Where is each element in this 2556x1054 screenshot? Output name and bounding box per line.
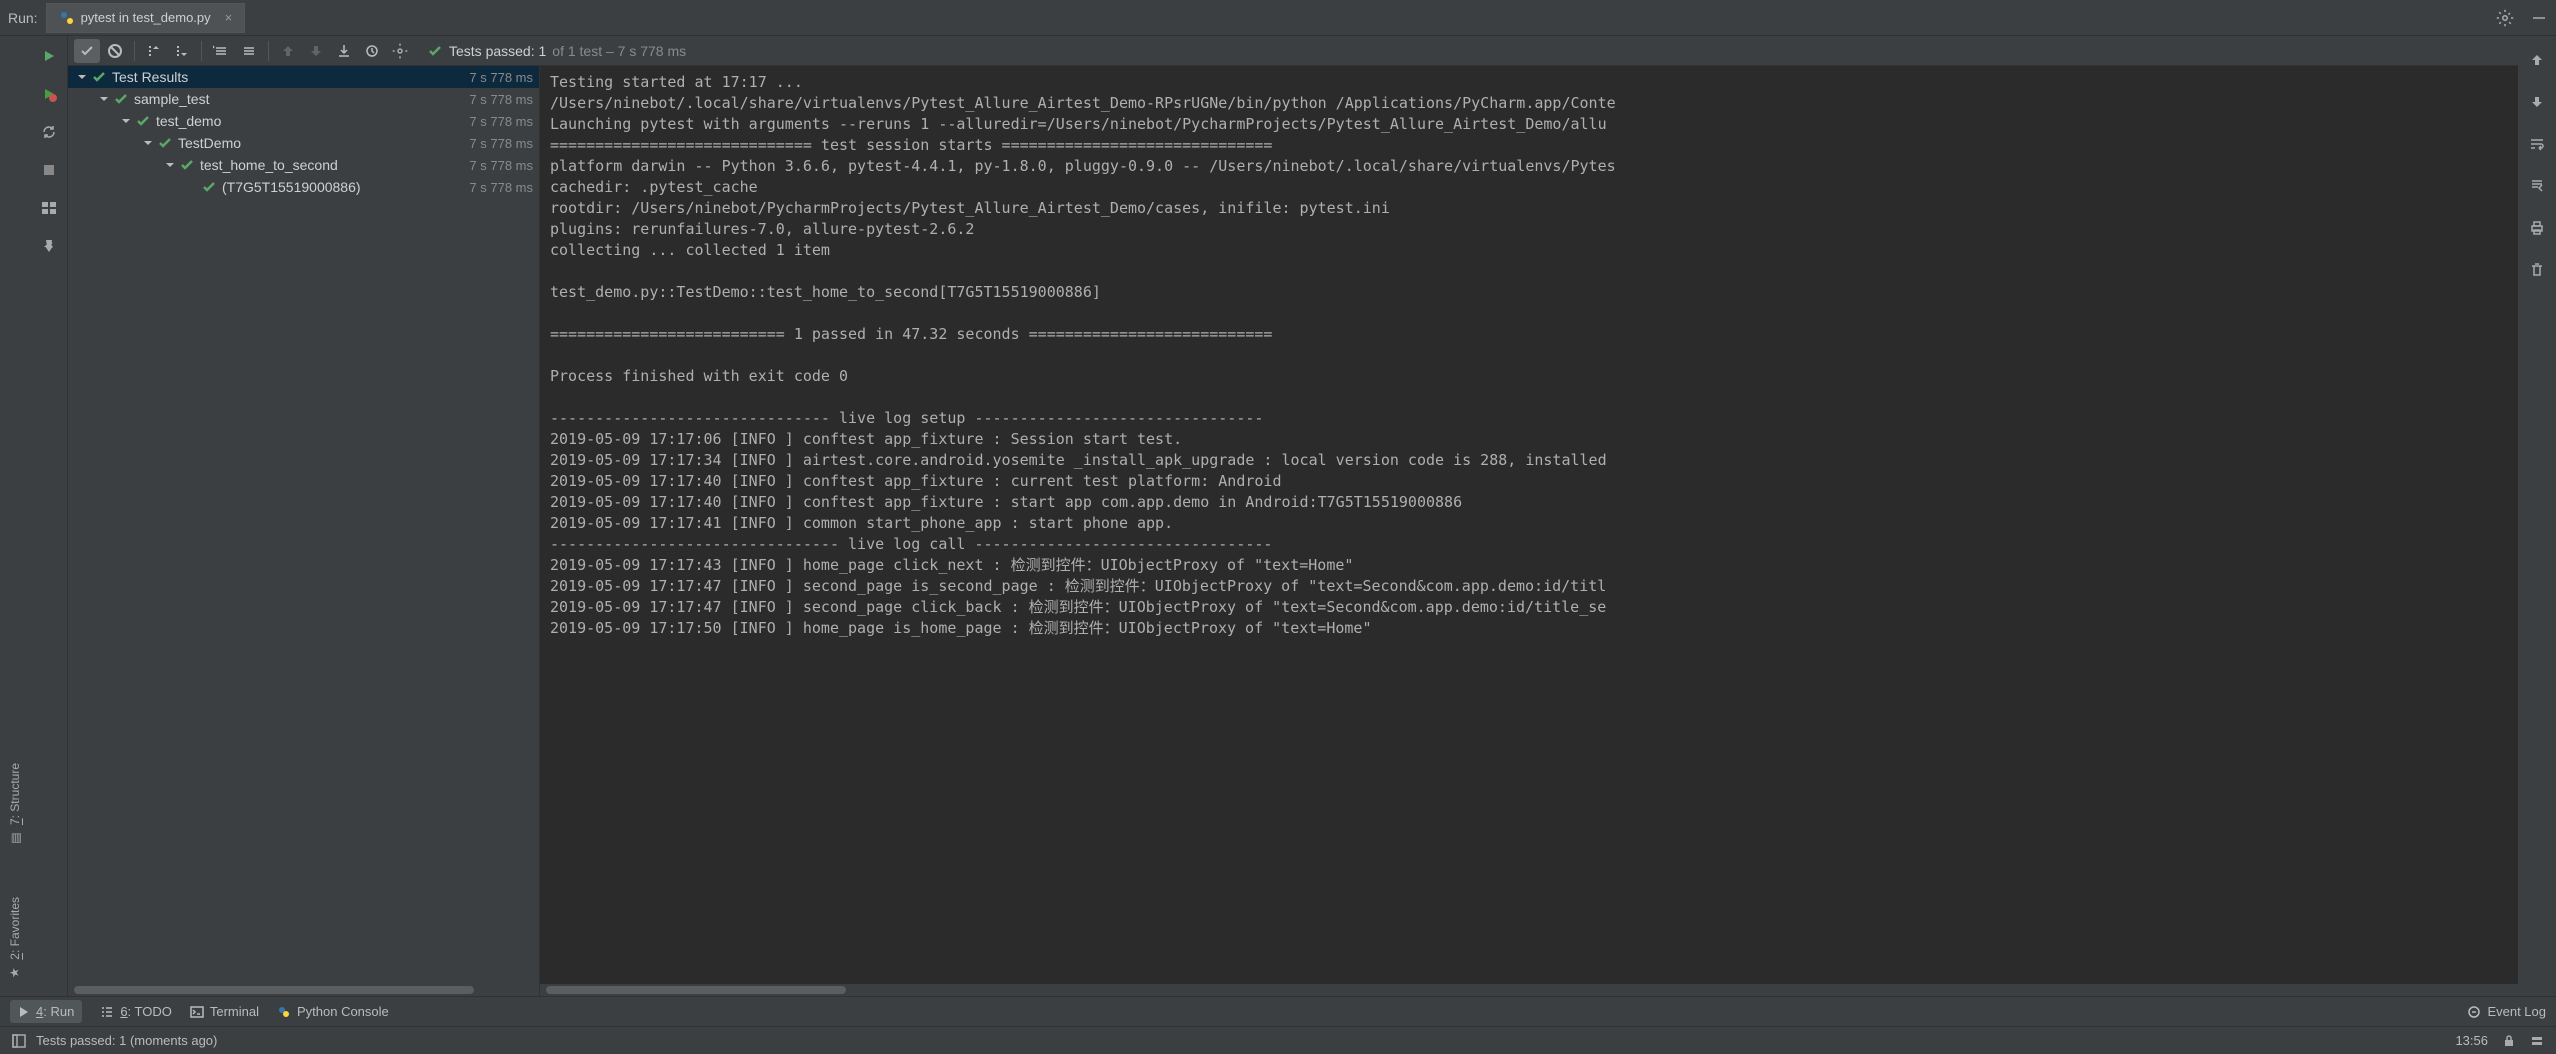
tree-row[interactable]: test_home_to_second 7 s 778 ms xyxy=(68,154,539,176)
show-ignored-toggle[interactable] xyxy=(102,39,128,63)
chevron-down-icon[interactable] xyxy=(76,71,88,83)
test-tree-pane: Test Results 7 s 778 ms sample_test 7 s 778… xyxy=(68,66,540,996)
console-output[interactable]: Testing started at 17:17 ... /Users/nine… xyxy=(540,66,2518,984)
sort-by-duration-icon[interactable] xyxy=(169,39,195,63)
structure-icon: ▤ xyxy=(8,833,22,844)
favorites-tool-tab[interactable]: ★ 2: Favorites xyxy=(6,891,24,986)
tree-duration: 7 s 778 ms xyxy=(469,114,533,129)
python-console-tool-tab[interactable]: Python Console xyxy=(277,1004,389,1019)
check-icon xyxy=(136,114,150,128)
gear-icon[interactable] xyxy=(2496,9,2514,27)
console-pane: Testing started at 17:17 ... /Users/nine… xyxy=(540,66,2518,996)
check-icon xyxy=(180,158,194,172)
clock-time: 13:56 xyxy=(2455,1033,2488,1048)
scroll-up-icon[interactable] xyxy=(2523,46,2551,74)
inspector-icon[interactable] xyxy=(2530,1034,2544,1048)
tree-row[interactable]: Test Results 7 s 778 ms xyxy=(68,66,539,88)
status-message: Tests passed: 1 (moments ago) xyxy=(36,1033,217,1048)
rerun-failed-button[interactable] xyxy=(35,80,63,108)
chevron-down-icon[interactable] xyxy=(98,93,110,105)
test-runner-settings-icon[interactable] xyxy=(387,39,413,63)
tree-duration: 7 s 778 ms xyxy=(469,158,533,173)
check-icon xyxy=(427,43,443,59)
right-tool-column xyxy=(2518,36,2556,996)
show-passed-toggle[interactable] xyxy=(74,39,100,63)
print-icon[interactable] xyxy=(2523,214,2551,242)
tree-label: Test Results xyxy=(112,69,188,85)
check-icon xyxy=(158,136,172,150)
bottom-tool-bar: 4: Run 6: TODO Terminal Python Console E… xyxy=(0,996,2556,1026)
chevron-down-icon[interactable] xyxy=(120,115,132,127)
tests-passed-label: Tests passed: xyxy=(449,43,535,59)
status-footer: Tests passed: 1 (moments ago) 13:56 xyxy=(0,1026,2556,1054)
star-icon: ★ xyxy=(8,968,22,979)
tree-label: TestDemo xyxy=(178,135,241,151)
lock-icon[interactable] xyxy=(2502,1034,2516,1048)
sort-alphabetically-icon[interactable] xyxy=(141,39,167,63)
tree-scrollbar[interactable] xyxy=(68,984,539,996)
event-log-tab[interactable]: Event Log xyxy=(2467,1004,2546,1019)
scroll-down-icon[interactable] xyxy=(2523,88,2551,116)
minimize-icon[interactable] xyxy=(2530,9,2548,27)
python-icon xyxy=(59,10,75,26)
rerun-button[interactable] xyxy=(35,42,63,70)
tree-label: sample_test xyxy=(134,91,209,107)
tree-label: test_home_to_second xyxy=(200,157,338,173)
toggle-auto-test-button[interactable] xyxy=(35,118,63,146)
todo-tool-tab[interactable]: 6: TODO xyxy=(100,1004,172,1019)
tests-passed-count: 1 xyxy=(539,43,547,59)
tree-row[interactable]: TestDemo 7 s 778 ms xyxy=(68,132,539,154)
run-config-tab[interactable]: pytest in test_demo.py × xyxy=(46,3,246,33)
structure-tool-tab[interactable]: ▤ 7: Structure xyxy=(6,757,24,851)
tree-duration: 7 s 778 ms xyxy=(469,92,533,107)
tree-row[interactable]: sample_test 7 s 778 ms xyxy=(68,88,539,110)
chevron-down-icon[interactable] xyxy=(142,137,154,149)
layout-icon[interactable] xyxy=(35,194,63,222)
expand-all-icon[interactable] xyxy=(208,39,234,63)
close-icon[interactable]: × xyxy=(225,10,233,25)
run-tool-tab[interactable]: 4: Run xyxy=(10,1000,82,1023)
tree-row[interactable]: test_demo 7 s 778 ms xyxy=(68,110,539,132)
stop-button[interactable] xyxy=(35,156,63,184)
tree-label: (T7G5T15519000886) xyxy=(222,179,361,195)
check-icon xyxy=(92,70,106,84)
collapse-all-icon[interactable] xyxy=(236,39,262,63)
tab-title: pytest in test_demo.py xyxy=(81,10,211,25)
tab-bar: Run: pytest in test_demo.py × xyxy=(0,0,2556,36)
chevron-down-icon[interactable] xyxy=(164,159,176,171)
tree-duration: 7 s 778 ms xyxy=(469,136,533,151)
export-results-icon[interactable] xyxy=(331,39,357,63)
pin-icon[interactable] xyxy=(35,232,63,260)
delete-icon[interactable] xyxy=(2523,256,2551,284)
tree-label: test_demo xyxy=(156,113,221,129)
test-tree[interactable]: Test Results 7 s 778 ms sample_test 7 s 778… xyxy=(68,66,539,984)
scroll-to-end-icon[interactable] xyxy=(2523,172,2551,200)
next-failed-icon[interactable] xyxy=(303,39,329,63)
tree-duration: 7 s 778 ms xyxy=(469,180,533,195)
soft-wrap-icon[interactable] xyxy=(2523,130,2551,158)
console-scrollbar[interactable] xyxy=(540,984,2518,996)
tests-of-text: of 1 test – 7 s 778 ms xyxy=(552,43,686,59)
run-action-column xyxy=(30,36,68,996)
import-results-icon[interactable] xyxy=(359,39,385,63)
left-tool-windows: ▤ 7: Structure ★ 2: Favorites xyxy=(0,36,30,996)
terminal-tool-tab[interactable]: Terminal xyxy=(190,1004,259,1019)
check-icon xyxy=(114,92,128,106)
show-tool-windows-icon[interactable] xyxy=(12,1034,26,1048)
run-label: Run: xyxy=(8,10,38,26)
check-icon xyxy=(202,180,216,194)
tree-duration: 7 s 778 ms xyxy=(469,70,533,85)
test-results-toolbar: Tests passed: 1 of 1 test – 7 s 778 ms xyxy=(68,36,2518,66)
test-status-bar: Tests passed: 1 of 1 test – 7 s 778 ms xyxy=(427,43,686,59)
tree-row[interactable]: (T7G5T15519000886) 7 s 778 ms xyxy=(68,176,539,198)
previous-failed-icon[interactable] xyxy=(275,39,301,63)
